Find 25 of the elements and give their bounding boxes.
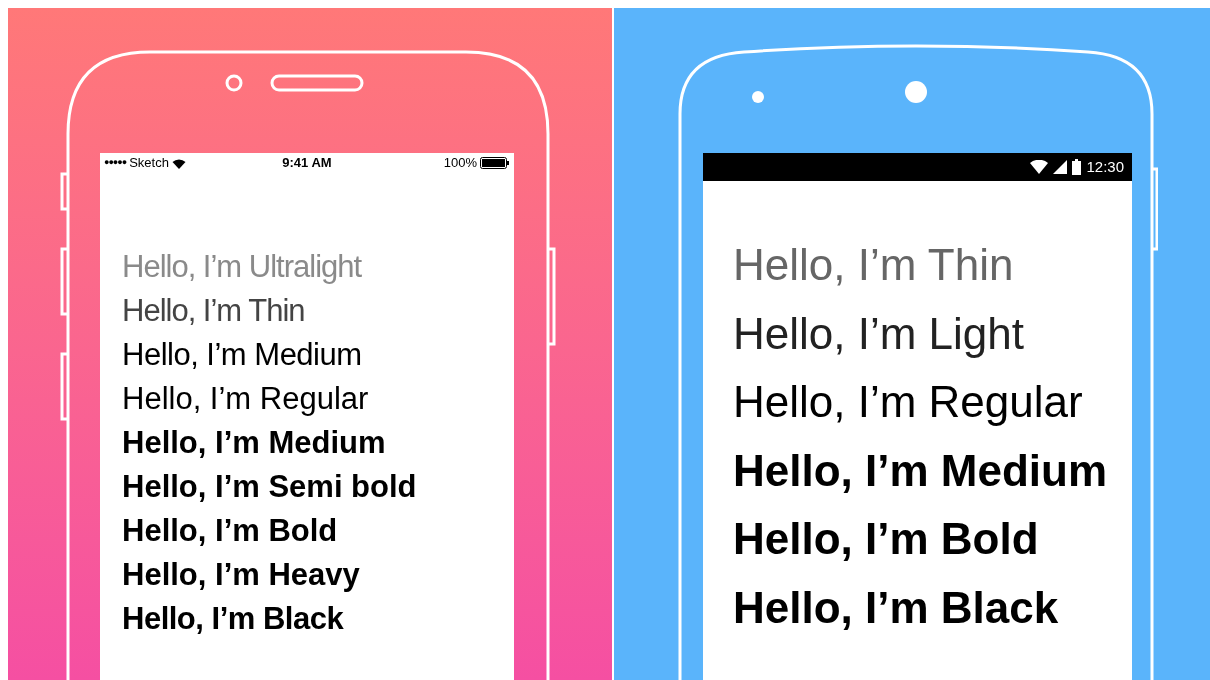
sample-text: Hello, I’m Thin [122,292,305,330]
sample-text: Hello, I’m Black [122,600,344,638]
signal-icon [1053,160,1068,174]
sample-text: Hello, I’m Medium [122,336,362,374]
sample-text: Hello, I’m Heavy [122,556,360,594]
status-time: 12:30 [1086,156,1124,177]
wifi-icon [171,157,186,169]
signal-dots: ●●●●● [104,156,127,170]
sample-text: Hello, I’m Regular [733,376,1083,428]
sample-text: Hello, I’m Regular [122,380,369,418]
sample-text: Hello, I’m Medium [733,444,1108,497]
battery-icon [480,157,510,169]
battery-icon [1072,159,1082,175]
sample-text: Hello, I’m Medium [122,424,386,462]
sample-text: Hello, I’m Bold [122,512,338,550]
status-time: 9:41 AM [282,154,332,173]
sample-text: Hello, I’m Semi bold [122,468,417,506]
sample-text: Hello, I’m Ultralight [122,248,362,286]
sample-text: Hello, I’m Black [733,581,1059,634]
carrier-name: Sketch [129,154,169,173]
sample-text: Hello, I’m Bold [733,513,1039,565]
sample-text: Hello, I’m Thin [733,239,1014,291]
battery-percent: 100% [443,154,477,173]
sample-text: Hello, I’m Light [733,307,1024,360]
wifi-icon [1030,160,1049,174]
